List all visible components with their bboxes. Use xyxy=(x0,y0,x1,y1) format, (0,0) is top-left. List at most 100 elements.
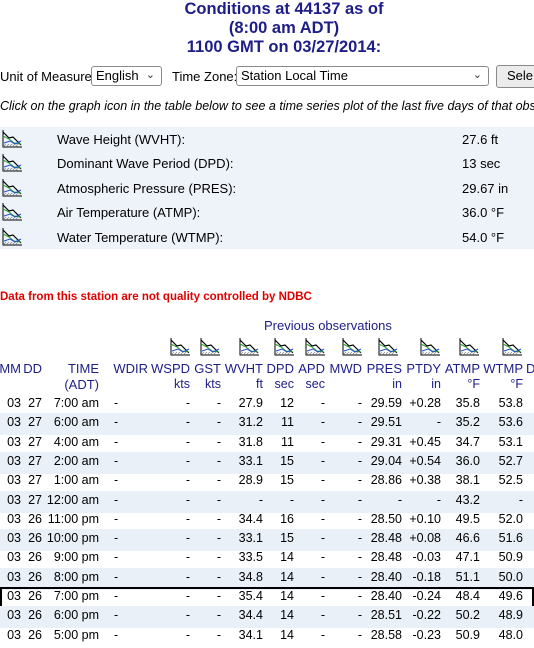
wtmp-graph-link[interactable] xyxy=(501,337,523,357)
column-header-dewp: D xyxy=(526,361,534,376)
cell-dd: 26 xyxy=(28,531,42,546)
apd-graph-link[interactable] xyxy=(304,337,326,357)
cell-apd: - xyxy=(320,492,325,507)
cell-time: 7:00 pm xyxy=(53,589,99,603)
cell-dd: 26 xyxy=(28,627,42,642)
cell-dpd: 11 xyxy=(281,434,294,449)
column-header-wspd: WSPD xyxy=(151,361,190,376)
time-unit: (ADT) xyxy=(64,377,99,392)
cell-atmp: 35.8 xyxy=(455,396,480,410)
graph-icon[interactable] xyxy=(341,337,363,357)
cell-dpd: 14 xyxy=(280,589,294,603)
cell-mwd: - xyxy=(357,589,362,603)
mwd-graph-link[interactable] xyxy=(341,337,363,357)
cell-mwd: - xyxy=(357,453,362,468)
dpd-graph-link[interactable] xyxy=(273,337,295,357)
unit-of-measure-label: Unit of Measure: xyxy=(0,69,96,84)
cell-pres: 29.59 xyxy=(370,396,402,410)
cell-apd: - xyxy=(320,531,325,546)
graph-icon[interactable] xyxy=(1,153,23,173)
cell-wspd: - xyxy=(185,473,190,488)
cell-apd: - xyxy=(320,589,325,603)
wvht-graph-link[interactable] xyxy=(238,337,260,357)
cell-wtmp: 50.0 xyxy=(498,569,523,584)
cell-dd: 26 xyxy=(28,608,42,623)
graph-icon[interactable] xyxy=(273,337,295,357)
cell-gst: - xyxy=(216,569,221,584)
graph-icon[interactable] xyxy=(501,337,523,357)
graph-icon[interactable] xyxy=(1,202,23,222)
condition-name: Air Temperature (ATMP): xyxy=(57,205,201,221)
cell-dpd: 15 xyxy=(280,531,294,546)
graph-icon[interactable] xyxy=(304,337,326,357)
graph-icon[interactable] xyxy=(458,337,480,357)
cell-wdir: - xyxy=(114,531,119,546)
cell-dpd: 12 xyxy=(280,396,294,410)
cell-dd: 27 xyxy=(28,415,42,430)
display-controls: Unit of Measure: English ⌄ Time Zone: St… xyxy=(0,65,534,89)
cell-pres: 28.51 xyxy=(370,608,402,623)
select-button[interactable]: Sele xyxy=(496,65,534,88)
cell-dpd: 15 xyxy=(280,453,294,468)
cell-mm: 03 xyxy=(7,569,21,584)
unit-of-measure-select[interactable]: English ⌄ xyxy=(91,66,162,86)
graph-icon[interactable] xyxy=(1,129,23,149)
cell-apd: - xyxy=(320,434,325,449)
cell-wspd: - xyxy=(185,453,190,468)
column-header-wdir: WDIR xyxy=(113,361,148,376)
cell-wvht: 27.9 xyxy=(238,396,263,410)
cell-atmp: 38.1 xyxy=(455,473,480,488)
cell-pres: 28.86 xyxy=(370,473,402,488)
gst-graph-link[interactable] xyxy=(199,337,221,357)
condition-value: 13 sec xyxy=(462,156,501,172)
cell-mwd: - xyxy=(357,608,362,623)
cell-gst: - xyxy=(216,453,221,468)
cell-mm: 03 xyxy=(7,550,21,565)
cell-mwd: - xyxy=(357,569,362,584)
cell-wvht: 34.8 xyxy=(238,569,263,584)
cell-mwd: - xyxy=(357,550,362,565)
unit-wspd: kts xyxy=(174,377,190,391)
cell-apd: - xyxy=(320,511,325,526)
cell-wspd: - xyxy=(185,627,190,642)
cell-ptdy: +0.28 xyxy=(409,396,441,410)
cell-mm: 03 xyxy=(7,589,21,603)
graph-icon[interactable] xyxy=(199,337,221,357)
column-header-dpd: DPD xyxy=(266,361,294,376)
condition-row: Atmospheric Pressure (PRES): 29.67 in xyxy=(0,176,534,200)
graph-icon[interactable] xyxy=(238,337,260,357)
graph-icon[interactable] xyxy=(169,337,191,357)
atmp-graph-link[interactable] xyxy=(458,337,480,357)
cell-mwd: - xyxy=(357,415,362,430)
time-zone-select[interactable]: Station Local Time ⌄ xyxy=(236,66,489,86)
cell-gst: - xyxy=(216,396,221,410)
ptdy-graph-link[interactable] xyxy=(419,337,441,357)
unit-wvht: ft xyxy=(256,377,263,391)
graph-icon[interactable] xyxy=(1,227,23,247)
cell-atmp: 49.5 xyxy=(455,511,480,526)
graph-icon[interactable] xyxy=(1,178,23,198)
current-conditions-panel: Wave Height (WVHT): 27.6 ft Dominant Wave … xyxy=(0,127,534,249)
cell-dpd: 14 xyxy=(280,627,294,642)
cell-wvht: 34.1 xyxy=(238,627,263,642)
cell-mwd: - xyxy=(357,511,362,526)
condition-value: 36.0 °F xyxy=(462,205,505,221)
cell-pres: 29.51 xyxy=(370,415,402,430)
graph-icon[interactable] xyxy=(377,337,399,357)
cell-atmp: 48.4 xyxy=(455,589,480,603)
wspd-graph-link[interactable] xyxy=(169,337,191,357)
cell-wvht: - xyxy=(258,492,263,507)
pres-graph-link[interactable] xyxy=(377,337,399,357)
cell-mwd: - xyxy=(357,473,362,488)
cell-wvht: 33.5 xyxy=(238,550,263,565)
cell-dd: 26 xyxy=(28,569,42,584)
unit-of-measure-value: English xyxy=(96,68,139,83)
cell-atmp: 51.1 xyxy=(455,569,480,584)
condition-value: 29.67 in xyxy=(462,180,509,196)
cell-pres: - xyxy=(397,492,402,507)
unit-wtmp: °F xyxy=(510,377,523,391)
unit-ptdy: in xyxy=(431,377,441,391)
condition-name: Water Temperature (WTMP): xyxy=(57,229,224,245)
graph-icon[interactable] xyxy=(419,337,441,357)
cell-gst: - xyxy=(216,473,221,488)
